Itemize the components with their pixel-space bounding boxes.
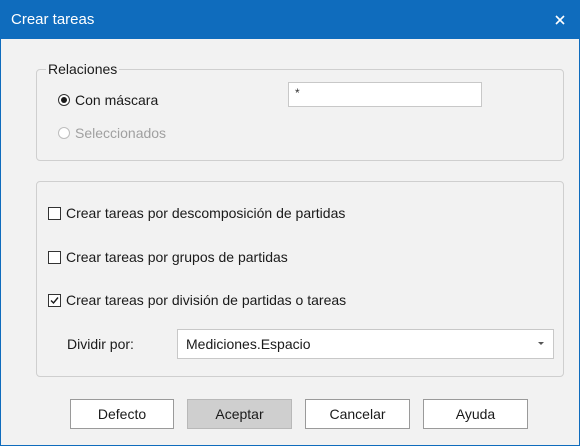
chevron-down-icon[interactable] <box>538 342 544 345</box>
radio-button-unchecked[interactable] <box>58 127 70 139</box>
checkbox-unchecked[interactable] <box>48 206 61 220</box>
crear-tareas-dialog: Crear tareas Relaciones Con máscara * Se… <box>0 0 580 446</box>
radio-label-con-mascara: Con máscara <box>75 92 159 108</box>
checkbox-checked[interactable] <box>48 293 61 307</box>
close-button[interactable] <box>541 1 579 39</box>
checkbox-division[interactable]: Crear tareas por división de partidas o … <box>48 292 346 308</box>
cancelar-button[interactable]: Cancelar <box>305 399 410 429</box>
dividir-por-label: Dividir por: <box>67 336 134 352</box>
window-title: Crear tareas <box>11 11 95 28</box>
checkbox-label-division: Crear tareas por división de partidas o … <box>66 292 347 308</box>
defecto-button-label: Defecto <box>97 406 147 422</box>
radio-label-seleccionados: Seleccionados <box>75 125 167 141</box>
checkbox-label-descomposicion: Crear tareas por descomposición de parti… <box>66 205 346 221</box>
title-bar: Crear tareas <box>1 1 579 39</box>
dividir-por-value: Mediciones.Espacio <box>186 336 311 352</box>
defecto-button[interactable]: Defecto <box>70 399 174 429</box>
dividir-por-select[interactable]: Mediciones.Espacio <box>177 329 554 359</box>
radio-seleccionados[interactable]: Seleccionados <box>58 125 166 141</box>
checkbox-label-grupos: Crear tareas por grupos de partidas <box>66 249 288 265</box>
mask-input[interactable]: * <box>288 82 482 107</box>
radio-con-mascara[interactable]: Con máscara <box>58 92 158 108</box>
radio-button-checked[interactable] <box>58 94 70 106</box>
checkmark-icon <box>50 296 59 304</box>
checkbox-descomposicion[interactable]: Crear tareas por descomposición de parti… <box>48 205 345 221</box>
aceptar-button[interactable]: Aceptar <box>187 399 292 429</box>
ayuda-button[interactable]: Ayuda <box>423 399 528 429</box>
ayuda-button-label: Ayuda <box>455 406 496 422</box>
checkbox-unchecked[interactable] <box>48 250 61 264</box>
checkbox-grupos[interactable]: Crear tareas por grupos de partidas <box>48 249 288 265</box>
cancelar-button-label: Cancelar <box>329 406 386 422</box>
close-icon <box>555 15 565 25</box>
aceptar-button-label: Aceptar <box>215 406 264 422</box>
relaciones-legend: Relaciones <box>46 61 120 77</box>
